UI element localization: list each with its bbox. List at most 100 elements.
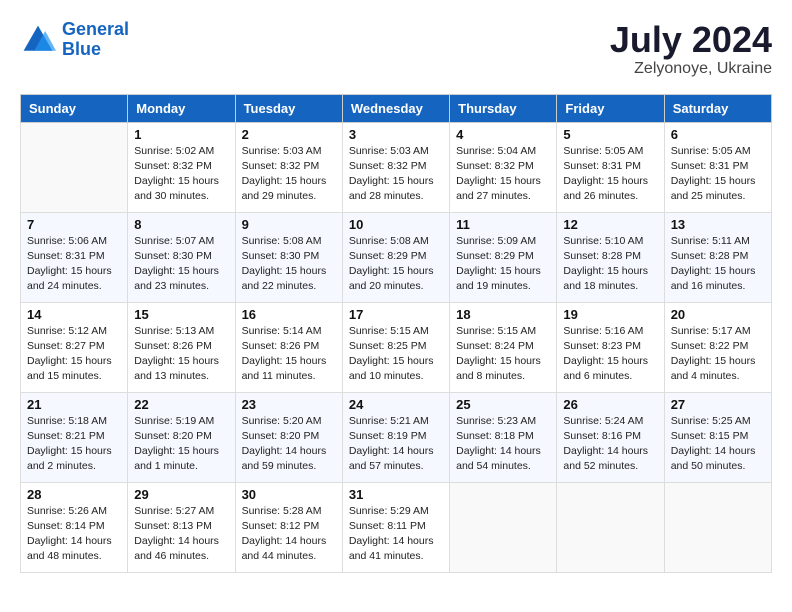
logo-line2: Blue [62,39,101,59]
day-info: Sunrise: 5:04 AM Sunset: 8:32 PM Dayligh… [456,144,550,205]
day-number: 29 [134,487,228,502]
day-number: 24 [349,397,443,412]
day-info: Sunrise: 5:24 AM Sunset: 8:16 PM Dayligh… [563,414,657,475]
day-info: Sunrise: 5:09 AM Sunset: 8:29 PM Dayligh… [456,234,550,295]
calendar-cell: 5 Sunrise: 5:05 AM Sunset: 8:31 PM Daylig… [557,122,664,212]
day-info: Sunrise: 5:06 AM Sunset: 8:31 PM Dayligh… [27,234,121,295]
day-number: 5 [563,127,657,142]
calendar-cell: 27 Sunrise: 5:25 AM Sunset: 8:15 PM Dayli… [664,392,771,482]
day-info: Sunrise: 5:03 AM Sunset: 8:32 PM Dayligh… [349,144,443,205]
calendar-cell [21,122,128,212]
calendar-cell: 18 Sunrise: 5:15 AM Sunset: 8:24 PM Dayli… [450,302,557,392]
day-number: 6 [671,127,765,142]
calendar-cell: 12Sunrise: 5:10 AM Sunset: 8:28 PM Dayli… [557,212,664,302]
calendar-cell [664,482,771,572]
calendar-cell: 20 Sunrise: 5:17 AM Sunset: 8:22 PM Dayli… [664,302,771,392]
header-sunday: Sunday [21,94,128,122]
calendar-cell: 10Sunrise: 5:08 AM Sunset: 8:29 PM Dayli… [342,212,449,302]
day-info: Sunrise: 5:15 AM Sunset: 8:24 PM Dayligh… [456,324,550,385]
calendar-cell: 31 Sunrise: 5:29 AM Sunset: 8:11 PM Dayli… [342,482,449,572]
day-number: 13 [671,217,765,232]
day-info: Sunrise: 5:07 AM Sunset: 8:30 PM Dayligh… [134,234,228,295]
day-info: Sunrise: 5:11 AM Sunset: 8:28 PM Dayligh… [671,234,765,295]
day-number: 14 [27,307,121,322]
calendar-week-row: 28 Sunrise: 5:26 AM Sunset: 8:14 PM Dayli… [21,482,772,572]
logo-line1: General [62,19,129,39]
page-header: General Blue July 2024 Zelyonoye, Ukrain… [20,20,772,78]
header-friday: Friday [557,94,664,122]
day-number: 25 [456,397,550,412]
day-info: Sunrise: 5:08 AM Sunset: 8:30 PM Dayligh… [242,234,336,295]
title-block: July 2024 Zelyonoye, Ukraine [610,20,772,78]
day-number: 26 [563,397,657,412]
calendar-cell: 25Sunrise: 5:23 AM Sunset: 8:18 PM Dayli… [450,392,557,482]
day-number: 18 [456,307,550,322]
calendar-cell: 13 Sunrise: 5:11 AM Sunset: 8:28 PM Dayli… [664,212,771,302]
day-number: 28 [27,487,121,502]
calendar-table: SundayMondayTuesdayWednesdayThursdayFrid… [20,94,772,573]
day-number: 19 [563,307,657,322]
day-number: 23 [242,397,336,412]
day-info: Sunrise: 5:05 AM Sunset: 8:31 PM Dayligh… [671,144,765,205]
day-number: 17 [349,307,443,322]
calendar-cell: 16 Sunrise: 5:14 AM Sunset: 8:26 PM Dayli… [235,302,342,392]
calendar-cell: 24Sunrise: 5:21 AM Sunset: 8:19 PM Dayli… [342,392,449,482]
day-info: Sunrise: 5:02 AM Sunset: 8:32 PM Dayligh… [134,144,228,205]
day-info: Sunrise: 5:05 AM Sunset: 8:31 PM Dayligh… [563,144,657,205]
day-number: 11 [456,217,550,232]
calendar-cell: 23Sunrise: 5:20 AM Sunset: 8:20 PM Dayli… [235,392,342,482]
day-number: 27 [671,397,765,412]
calendar-cell: 28 Sunrise: 5:26 AM Sunset: 8:14 PM Dayli… [21,482,128,572]
day-number: 22 [134,397,228,412]
logo: General Blue [20,20,129,60]
header-thursday: Thursday [450,94,557,122]
day-info: Sunrise: 5:26 AM Sunset: 8:14 PM Dayligh… [27,504,121,565]
day-number: 3 [349,127,443,142]
day-info: Sunrise: 5:15 AM Sunset: 8:25 PM Dayligh… [349,324,443,385]
day-number: 10 [349,217,443,232]
calendar-cell: 15Sunrise: 5:13 AM Sunset: 8:26 PM Dayli… [128,302,235,392]
calendar-cell: 1 Sunrise: 5:02 AM Sunset: 8:32 PM Daylig… [128,122,235,212]
header-tuesday: Tuesday [235,94,342,122]
calendar-cell: 8 Sunrise: 5:07 AM Sunset: 8:30 PM Daylig… [128,212,235,302]
day-number: 20 [671,307,765,322]
calendar-cell: 22 Sunrise: 5:19 AM Sunset: 8:20 PM Dayli… [128,392,235,482]
day-info: Sunrise: 5:13 AM Sunset: 8:26 PM Dayligh… [134,324,228,385]
day-info: Sunrise: 5:17 AM Sunset: 8:22 PM Dayligh… [671,324,765,385]
day-number: 9 [242,217,336,232]
calendar-cell: 29Sunrise: 5:27 AM Sunset: 8:13 PM Dayli… [128,482,235,572]
day-info: Sunrise: 5:25 AM Sunset: 8:15 PM Dayligh… [671,414,765,475]
day-number: 30 [242,487,336,502]
day-info: Sunrise: 5:03 AM Sunset: 8:32 PM Dayligh… [242,144,336,205]
month-year: July 2024 [610,20,772,60]
header-monday: Monday [128,94,235,122]
location: Zelyonoye, Ukraine [610,60,772,78]
calendar-week-row: 14 Sunrise: 5:12 AM Sunset: 8:27 PM Dayli… [21,302,772,392]
calendar-cell: 7Sunrise: 5:06 AM Sunset: 8:31 PM Daylig… [21,212,128,302]
logo-text: General Blue [62,20,129,60]
calendar-cell: 9 Sunrise: 5:08 AM Sunset: 8:30 PM Daylig… [235,212,342,302]
calendar-header-row: SundayMondayTuesdayWednesdayThursdayFrid… [21,94,772,122]
day-number: 31 [349,487,443,502]
day-number: 1 [134,127,228,142]
day-info: Sunrise: 5:28 AM Sunset: 8:12 PM Dayligh… [242,504,336,565]
day-info: Sunrise: 5:16 AM Sunset: 8:23 PM Dayligh… [563,324,657,385]
calendar-week-row: 1 Sunrise: 5:02 AM Sunset: 8:32 PM Daylig… [21,122,772,212]
day-info: Sunrise: 5:19 AM Sunset: 8:20 PM Dayligh… [134,414,228,475]
logo-icon [20,22,56,58]
day-info: Sunrise: 5:10 AM Sunset: 8:28 PM Dayligh… [563,234,657,295]
day-number: 8 [134,217,228,232]
day-info: Sunrise: 5:14 AM Sunset: 8:26 PM Dayligh… [242,324,336,385]
calendar-cell: 11 Sunrise: 5:09 AM Sunset: 8:29 PM Dayli… [450,212,557,302]
calendar-cell: 2Sunrise: 5:03 AM Sunset: 8:32 PM Daylig… [235,122,342,212]
day-info: Sunrise: 5:12 AM Sunset: 8:27 PM Dayligh… [27,324,121,385]
calendar-cell: 4 Sunrise: 5:04 AM Sunset: 8:32 PM Daylig… [450,122,557,212]
day-number: 4 [456,127,550,142]
calendar-cell: 17 Sunrise: 5:15 AM Sunset: 8:25 PM Dayli… [342,302,449,392]
day-number: 16 [242,307,336,322]
calendar-cell: 26 Sunrise: 5:24 AM Sunset: 8:16 PM Dayli… [557,392,664,482]
calendar-week-row: 21Sunrise: 5:18 AM Sunset: 8:21 PM Dayli… [21,392,772,482]
calendar-week-row: 7Sunrise: 5:06 AM Sunset: 8:31 PM Daylig… [21,212,772,302]
day-info: Sunrise: 5:29 AM Sunset: 8:11 PM Dayligh… [349,504,443,565]
calendar-cell: 19 Sunrise: 5:16 AM Sunset: 8:23 PM Dayli… [557,302,664,392]
